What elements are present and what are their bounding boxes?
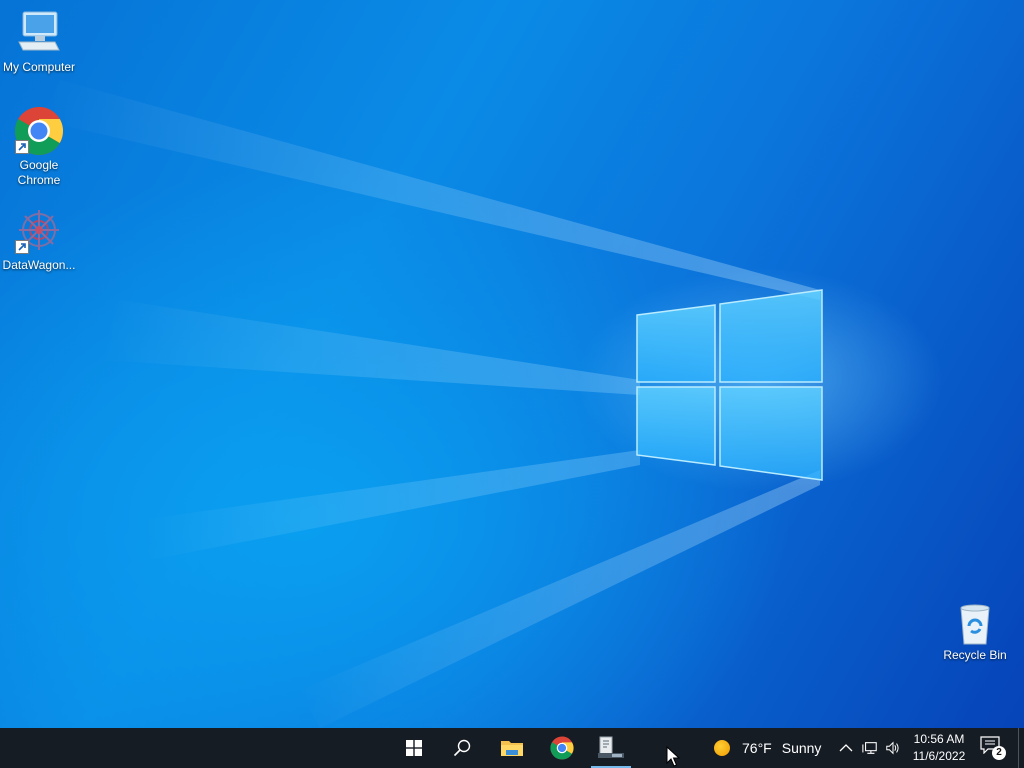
show-desktop-button[interactable] [1018, 728, 1024, 768]
chrome-taskbar-button[interactable] [539, 728, 585, 768]
computer-icon [18, 11, 60, 51]
action-center-button[interactable]: 2 [980, 736, 1006, 760]
folder-icon [501, 741, 523, 756]
weather-widget[interactable]: 76°F Sunny [706, 728, 821, 768]
volume-icon[interactable] [885, 740, 901, 756]
wallpaper-windows-logo [636, 289, 823, 481]
chrome-icon [550, 736, 574, 760]
desktop-icon-label: Google Chrome [17, 158, 61, 187]
start-button[interactable] [391, 728, 437, 768]
desktop: My Computer Google Chrome DataWagon... R… [0, 0, 1024, 728]
notification-count-badge: 2 [992, 746, 1006, 760]
document-app-icon [598, 736, 624, 758]
weather-temperature: 76°F [742, 740, 772, 756]
weather-condition: Sunny [781, 740, 822, 756]
desktop-icon-label: Recycle Bin [943, 648, 1007, 662]
network-icon[interactable] [862, 740, 878, 756]
search-icon [453, 739, 471, 757]
taskbar: 76°F Sunny 10:56 AM 11/6/2022 2 [0, 728, 1024, 768]
sun-icon [714, 740, 730, 756]
chevron-up-icon[interactable] [838, 740, 854, 756]
wallpaper-light-beams [40, 80, 820, 728]
clock-date: 11/6/2022 [912, 749, 966, 763]
desktop-icon-google-chrome[interactable]: Google Chrome [1, 106, 77, 188]
shortcut-arrow-icon [15, 240, 29, 254]
taskbar-clock[interactable]: 10:56 AM 11/6/2022 [906, 731, 972, 765]
windows-logo-icon [406, 740, 422, 756]
desktop-icon-recycle-bin[interactable]: Recycle Bin [937, 602, 1013, 663]
desktop-icon-label: My Computer [2, 60, 76, 74]
desktop-icon-my-computer[interactable]: My Computer [1, 8, 77, 75]
search-button[interactable] [439, 728, 485, 768]
file-explorer-button[interactable] [489, 728, 535, 768]
desktop-icon-label: DataWagon... [2, 258, 76, 272]
desktop-icon-datawagon[interactable]: DataWagon... [1, 206, 77, 273]
mouse-pointer-icon [666, 746, 680, 767]
app-taskbar-button[interactable] [588, 728, 634, 768]
shortcut-arrow-icon [15, 140, 29, 154]
recycle-bin-icon [960, 604, 990, 645]
clock-time: 10:56 AM [913, 732, 965, 746]
